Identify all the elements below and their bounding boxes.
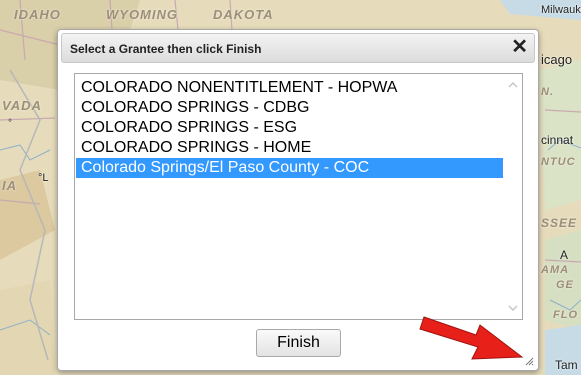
map-label-kentucky: NTUC xyxy=(541,156,576,168)
map-label-florida: FLO xyxy=(553,309,578,321)
map-label-nevada: VADA xyxy=(2,98,42,113)
map-city-milwaukee: Milwaukee xyxy=(541,4,581,16)
map-city-cincinnati: cinnat xyxy=(541,133,574,147)
map-city-tampa: Tam xyxy=(555,358,578,372)
map-label-tennessee: SSEE xyxy=(541,216,578,230)
annotation-arrow-icon xyxy=(419,316,524,360)
dialog-titlebar[interactable]: Select a Grantee then click Finish ✕ xyxy=(61,33,535,63)
list-scrollbar[interactable] xyxy=(504,74,522,319)
map-label-alabama: AMA xyxy=(541,264,570,276)
map-label-georgia: GE xyxy=(556,279,574,291)
map-label-wyoming: WYOMING xyxy=(106,7,178,22)
close-icon[interactable]: ✕ xyxy=(511,36,528,58)
list-item[interactable]: COLORADO SPRINGS - CDBG xyxy=(76,98,503,118)
list-item[interactable]: COLORADO NONENTITLEMENT - HOPWA xyxy=(76,78,503,98)
grantee-listbox[interactable]: COLORADO NONENTITLEMENT - HOPWA COLORADO… xyxy=(74,73,523,320)
map-city-chicago: icago xyxy=(541,52,573,67)
map-label-n: N. xyxy=(541,86,554,98)
map-city-atlanta: A xyxy=(560,248,569,262)
list-item[interactable]: COLORADO SPRINGS - HOME xyxy=(76,138,503,158)
map-label-ia: IA xyxy=(2,178,17,193)
list-item[interactable]: COLORADO SPRINGS - ESG xyxy=(76,118,503,138)
map-city-dot: ° xyxy=(8,118,12,129)
map-label-dakota: DAKOTA xyxy=(213,7,274,22)
scroll-up-icon[interactable] xyxy=(508,80,518,90)
map-label-idaho: IDAHO xyxy=(14,7,61,22)
finish-button[interactable]: Finish xyxy=(256,329,341,357)
grantee-list: COLORADO NONENTITLEMENT - HOPWA COLORADO… xyxy=(76,78,503,178)
list-item-selected[interactable]: Colorado Springs/El Paso County - COC xyxy=(76,158,503,178)
map-city-dot-l: °L xyxy=(38,172,49,184)
dialog-title: Select a Grantee then click Finish xyxy=(70,42,262,56)
